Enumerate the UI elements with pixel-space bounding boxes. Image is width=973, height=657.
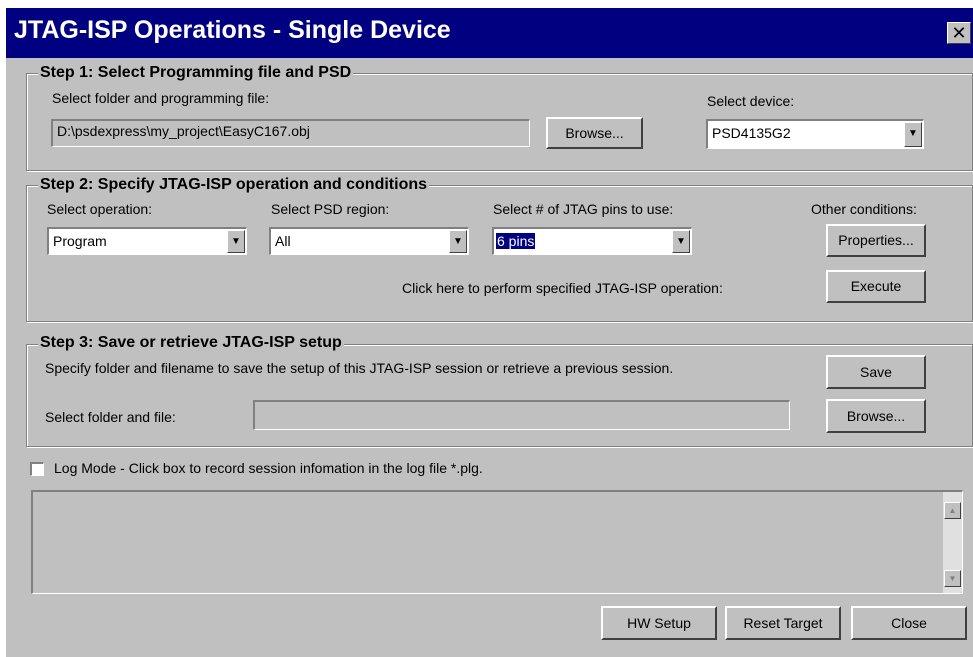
execute-hint: Click here to perform specified JTAG-ISP… — [402, 280, 723, 296]
log-scrollbar[interactable]: ▲ ▼ — [943, 492, 962, 593]
close-icon[interactable]: ✕ — [947, 22, 971, 44]
chevron-down-icon[interactable]: ▼ — [449, 230, 467, 253]
scroll-up-icon[interactable]: ▲ — [944, 502, 961, 519]
operation-label: Select operation: — [47, 201, 153, 217]
region-label: Select PSD region: — [271, 201, 390, 217]
properties-button[interactable]: Properties... — [826, 224, 926, 257]
device-select[interactable]: PSD4135G2 ▼ — [706, 119, 924, 149]
chevron-down-icon[interactable]: ▼ — [904, 122, 922, 147]
chevron-down-icon[interactable]: ▼ — [672, 230, 690, 253]
programming-file-field[interactable]: D:\psdexpress\my_project\EasyC167.obj — [51, 119, 530, 147]
step3-description: Specify folder and filename to save the … — [45, 360, 674, 376]
execute-button[interactable]: Execute — [826, 270, 926, 303]
jtag-pins-label: Select # of JTAG pins to use: — [493, 201, 674, 217]
log-output[interactable]: ▲ ▼ — [31, 490, 963, 594]
programming-file-label: Select folder and programming file: — [52, 90, 270, 106]
save-button[interactable]: Save — [826, 355, 926, 389]
other-conditions-label: Other conditions: — [811, 201, 917, 217]
programming-file-value: D:\psdexpress\my_project\EasyC167.obj — [57, 123, 310, 139]
title-bar[interactable]: JTAG-ISP Operations - Single Device ✕ — [6, 8, 973, 58]
region-value: All — [275, 233, 291, 249]
chevron-down-icon[interactable]: ▼ — [227, 230, 245, 253]
reset-target-button[interactable]: Reset Target — [725, 606, 841, 640]
step1-browse-button[interactable]: Browse... — [546, 117, 643, 149]
step3-browse-button[interactable]: Browse... — [826, 399, 926, 433]
setup-file-label: Select folder and file: — [45, 409, 176, 425]
device-value: PSD4135G2 — [712, 125, 791, 141]
close-button[interactable]: Close — [851, 606, 967, 640]
window-title: JTAG-ISP Operations - Single Device — [14, 16, 451, 44]
log-mode-checkbox[interactable] — [30, 462, 44, 476]
operation-value: Program — [53, 233, 107, 249]
jtag-pins-value: 6 pins — [496, 233, 536, 249]
step3-legend: Step 3: Save or retrieve JTAG-ISP setup — [38, 334, 344, 352]
jtag-isp-dialog: JTAG-ISP Operations - Single Device ✕ St… — [6, 8, 973, 657]
device-label: Select device: — [707, 93, 795, 109]
step1-legend: Step 1: Select Programming file and PSD — [38, 64, 354, 82]
hw-setup-button[interactable]: HW Setup — [601, 606, 717, 640]
region-select[interactable]: All ▼ — [269, 227, 469, 255]
jtag-pins-select[interactable]: 6 pins ▼ — [492, 227, 692, 255]
setup-file-field[interactable] — [253, 400, 790, 430]
log-mode-label: Log Mode - Click box to record session i… — [54, 460, 483, 476]
operation-select[interactable]: Program ▼ — [47, 227, 247, 255]
step2-legend: Step 2: Specify JTAG-ISP operation and c… — [38, 176, 430, 194]
scroll-down-icon[interactable]: ▼ — [944, 570, 961, 587]
